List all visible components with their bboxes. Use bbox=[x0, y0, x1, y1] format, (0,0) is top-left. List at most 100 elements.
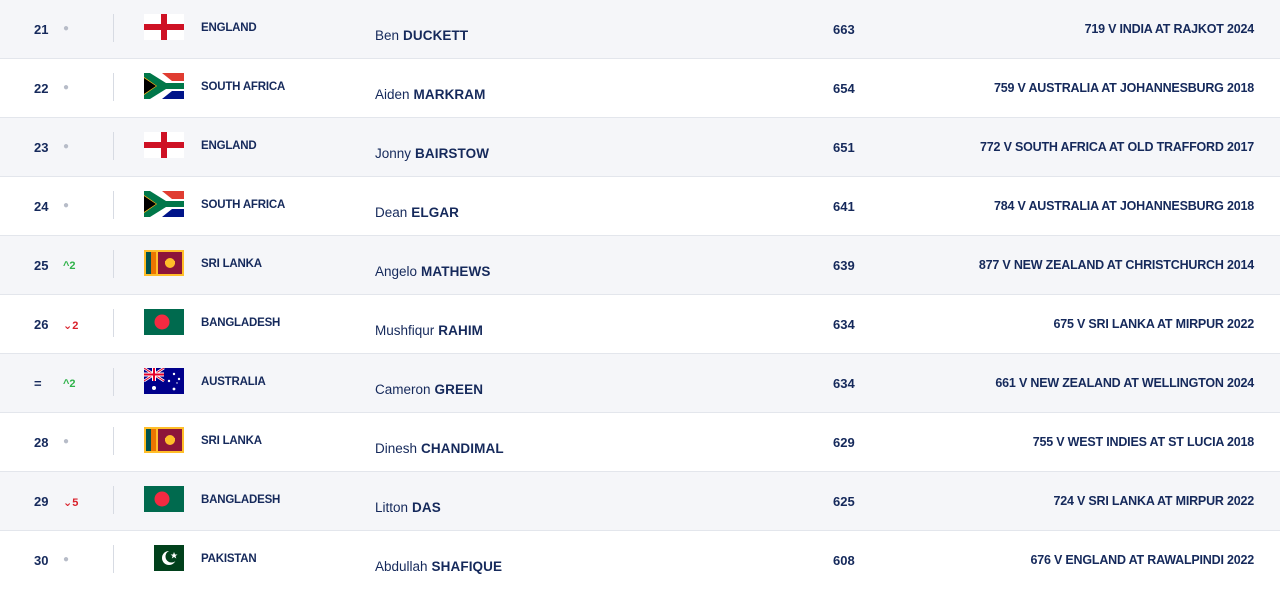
player-last-name: GREEN bbox=[434, 382, 484, 397]
rating-value: 654 bbox=[833, 81, 855, 96]
player-first-name: Dean bbox=[375, 205, 408, 220]
column-divider bbox=[113, 191, 114, 219]
rank-position: 22 bbox=[34, 81, 49, 96]
rank-movement-indicator: ● bbox=[63, 554, 70, 565]
player-last-name: BAIRSTOW bbox=[415, 146, 490, 161]
table-row[interactable]: 23 ● ENGLAND Jonny BAIRSTOW 651 772 V SOUTH AF… bbox=[0, 118, 1280, 177]
table-row[interactable]: 26 ⌄2 BANGLADESH Mushfiqur RAHIM 634 675 V SRI… bbox=[0, 295, 1280, 354]
player-name-link[interactable]: Mushfiqur RAHIM bbox=[375, 323, 483, 338]
rank-position: 21 bbox=[34, 22, 49, 37]
rank-movement-indicator: ⌄2 bbox=[63, 320, 79, 332]
player-name-link[interactable]: Aiden MARKRAM bbox=[375, 87, 485, 102]
player-name-link[interactable]: Angelo MATHEWS bbox=[375, 264, 491, 279]
rank-position: 24 bbox=[34, 199, 49, 214]
column-divider bbox=[113, 14, 114, 42]
table-row[interactable]: = ^2 AUSTRALIA Cameron GREEN 634 661 V NEW ZEA… bbox=[0, 354, 1280, 413]
best-rating: 877 V NEW ZEALAND AT CHRISTCHURCH 2014 bbox=[978, 258, 1254, 272]
table-row[interactable]: 24 ● SOUTH AFRICA Dean ELGAR 641 784 V AUSTRAL… bbox=[0, 177, 1280, 236]
best-rating: 755 V WEST INDIES AT ST LUCIA 2018 bbox=[1032, 435, 1254, 449]
player-first-name: Dinesh bbox=[375, 441, 418, 456]
rating-value: 634 bbox=[833, 317, 855, 332]
column-divider bbox=[113, 250, 114, 278]
rating-value: 663 bbox=[833, 22, 855, 37]
player-last-name: CHANDIMAL bbox=[421, 441, 504, 456]
player-name-link[interactable]: Dinesh CHANDIMAL bbox=[375, 441, 504, 456]
player-first-name: Jonny bbox=[375, 146, 412, 161]
column-divider bbox=[113, 427, 114, 455]
rank-movement-indicator: ● bbox=[63, 82, 70, 93]
player-first-name: Angelo bbox=[375, 264, 418, 279]
england-flag-icon bbox=[144, 14, 184, 40]
country-name: BANGLADESH bbox=[201, 494, 281, 506]
table-row[interactable]: 30 ● PAKISTAN Abdullah SHAFIQUE 608 676 V ENGL… bbox=[0, 531, 1280, 589]
country-name: ENGLAND bbox=[201, 22, 257, 34]
country-name: SOUTH AFRICA bbox=[201, 199, 286, 211]
sri-lanka-flag-icon bbox=[144, 250, 184, 276]
table-row[interactable]: 25 ^2 SRI LANKA Angelo MATHEWS 639 877 V NEW Z… bbox=[0, 236, 1280, 295]
pakistan-flag-icon bbox=[144, 545, 184, 571]
best-rating: 719 V INDIA AT RAJKOT 2024 bbox=[1084, 22, 1255, 36]
best-rating: 759 V AUSTRALIA AT JOHANNESBURG 2018 bbox=[994, 81, 1254, 95]
column-divider bbox=[113, 309, 114, 337]
rank-movement-indicator: ● bbox=[63, 200, 70, 211]
rating-value: 608 bbox=[833, 553, 855, 568]
player-first-name: Aiden bbox=[375, 87, 410, 102]
country-name: SRI LANKA bbox=[201, 258, 262, 270]
rating-value: 629 bbox=[833, 435, 855, 450]
australia-flag-icon bbox=[144, 368, 184, 394]
column-divider bbox=[113, 368, 114, 396]
best-rating: 661 V NEW ZEALAND AT WELLINGTON 2024 bbox=[995, 376, 1254, 390]
player-last-name: DUCKETT bbox=[403, 28, 469, 43]
rank-position: 28 bbox=[34, 435, 49, 450]
bangladesh-flag-icon bbox=[144, 309, 184, 335]
rating-value: 625 bbox=[833, 494, 855, 509]
column-divider bbox=[113, 73, 114, 101]
player-last-name: ELGAR bbox=[411, 205, 460, 220]
rank-position: = bbox=[34, 376, 42, 391]
best-rating: 676 V ENGLAND AT RAWALPINDI 2022 bbox=[1030, 553, 1254, 567]
best-rating: 675 V SRI LANKA AT MIRPUR 2022 bbox=[1053, 317, 1254, 331]
player-name-link[interactable]: Ben DUCKETT bbox=[375, 28, 468, 43]
sri-lanka-flag-icon bbox=[144, 427, 184, 453]
bangladesh-flag-icon bbox=[144, 486, 184, 512]
table-row[interactable]: 28 ● SRI LANKA Dinesh CHANDIMAL 629 755 V WEST… bbox=[0, 413, 1280, 472]
rating-value: 641 bbox=[833, 199, 855, 214]
rank-position: 26 bbox=[34, 317, 49, 332]
rating-value: 634 bbox=[833, 376, 855, 391]
player-first-name: Abdullah bbox=[375, 559, 428, 574]
player-last-name: RAHIM bbox=[438, 323, 484, 338]
player-name-link[interactable]: Litton DAS bbox=[375, 500, 441, 515]
table-row[interactable]: 29 ⌄5 BANGLADESH Litton DAS 625 724 V SRI LANK… bbox=[0, 472, 1280, 531]
table-row[interactable]: 21 ● ENGLAND Ben DUCKETT 663 719 V INDIA AT RA… bbox=[0, 0, 1280, 59]
table-row[interactable]: 22 ● SOUTH AFRICA Aiden MARKRAM 654 759 V AUST… bbox=[0, 59, 1280, 118]
rank-movement-indicator: ● bbox=[63, 141, 70, 152]
rank-position: 25 bbox=[34, 258, 49, 273]
country-name: ENGLAND bbox=[201, 140, 257, 152]
rank-movement-indicator: ^2 bbox=[63, 378, 76, 390]
best-rating: 724 V SRI LANKA AT MIRPUR 2022 bbox=[1053, 494, 1254, 508]
country-name: SOUTH AFRICA bbox=[201, 81, 286, 93]
player-name-link[interactable]: Abdullah SHAFIQUE bbox=[375, 559, 502, 574]
player-first-name: Ben bbox=[375, 28, 400, 43]
column-divider bbox=[113, 132, 114, 160]
rank-movement-indicator: ● bbox=[63, 23, 70, 34]
rank-movement-indicator: ^2 bbox=[63, 260, 76, 272]
best-rating: 784 V AUSTRALIA AT JOHANNESBURG 2018 bbox=[994, 199, 1254, 213]
player-name-link[interactable]: Dean ELGAR bbox=[375, 205, 459, 220]
south-africa-flag-icon bbox=[144, 73, 184, 99]
player-last-name: DAS bbox=[412, 500, 441, 515]
column-divider bbox=[113, 486, 114, 514]
player-name-link[interactable]: Cameron GREEN bbox=[375, 382, 483, 397]
rank-position: 23 bbox=[34, 140, 49, 155]
player-name-link[interactable]: Jonny BAIRSTOW bbox=[375, 146, 489, 161]
rank-position: 30 bbox=[34, 553, 49, 568]
country-name: BANGLADESH bbox=[201, 317, 281, 329]
rankings-table: 21 ● ENGLAND Ben DUCKETT 663 719 V INDIA AT RA… bbox=[0, 0, 1280, 589]
player-last-name: MARKRAM bbox=[413, 87, 486, 102]
country-name: SRI LANKA bbox=[201, 435, 262, 447]
player-last-name: MATHEWS bbox=[421, 264, 491, 279]
best-rating: 772 V SOUTH AFRICA AT OLD TRAFFORD 2017 bbox=[980, 140, 1254, 154]
player-first-name: Mushfiqur bbox=[375, 323, 435, 338]
country-name: PAKISTAN bbox=[201, 553, 257, 565]
south-africa-flag-icon bbox=[144, 191, 184, 217]
